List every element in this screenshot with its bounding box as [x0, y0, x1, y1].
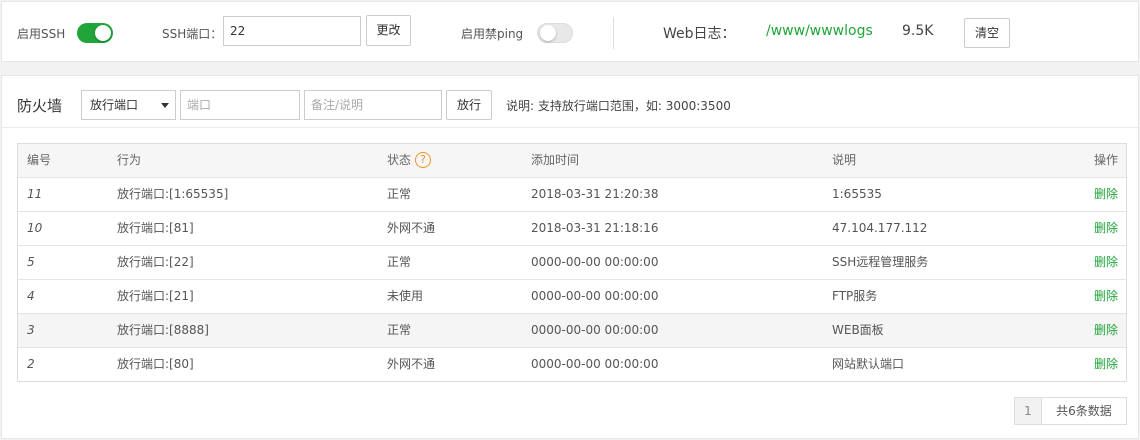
cell-time: 2018-03-31 21:20:38: [531, 187, 659, 201]
divider: [2, 127, 1138, 128]
rule-type-value: 放行端口: [90, 98, 139, 112]
cell-desc: 47.104.177.112: [832, 221, 928, 235]
table-row: 4 放行端口:[21] 未使用 0000-00-00 00:00:00 FTP服…: [18, 279, 1126, 313]
ssh-port-label: SSH端口：: [162, 27, 223, 41]
firewall-table: 编号 行为 状态? 添加时间 说明 操作 11 放行端口:[1:65535] 正…: [17, 143, 1127, 382]
chevron-down-icon: [161, 103, 169, 108]
cell-status: 外网不通: [387, 357, 436, 371]
cell-id: 4: [27, 289, 35, 303]
cell-desc: 1:65535: [832, 187, 882, 201]
col-status: 状态?: [387, 144, 432, 176]
toggle-knob: [95, 25, 111, 41]
cell-id: 11: [27, 187, 43, 201]
ssh-toggle[interactable]: [77, 23, 113, 43]
cell-action: 放行端口:[21]: [117, 289, 194, 303]
toggle-knob: [540, 25, 556, 41]
cell-time: 0000-00-00 00:00:00: [531, 357, 659, 371]
clear-log-button[interactable]: 清空: [964, 18, 1010, 48]
cell-action: 放行端口:[81]: [117, 221, 194, 235]
ssh-port-input[interactable]: 22: [223, 16, 361, 46]
delete-link[interactable]: 删除: [1094, 212, 1118, 245]
col-id: 编号: [27, 153, 52, 167]
firewall-title: 防火墙: [17, 97, 63, 115]
cell-desc: SSH远程管理服务: [832, 255, 929, 269]
delete-link[interactable]: 删除: [1094, 314, 1118, 347]
cell-id: 5: [27, 255, 35, 269]
col-op: 操作: [1093, 153, 1118, 167]
delete-link[interactable]: 删除: [1094, 246, 1118, 279]
cell-id: 2: [27, 357, 35, 371]
cell-time: 2018-03-31 21:18:16: [531, 221, 659, 235]
table-row: 11 放行端口:[1:65535] 正常 2018-03-31 21:20:38…: [18, 177, 1126, 211]
cell-time: 0000-00-00 00:00:00: [531, 255, 659, 269]
change-port-button[interactable]: 更改: [366, 15, 411, 46]
ssh-enable-label: 启用SSH: [17, 27, 66, 41]
table-row: 5 放行端口:[22] 正常 0000-00-00 00:00:00 SSH远程…: [18, 245, 1126, 279]
table-header: 编号 行为 状态? 添加时间 说明 操作: [18, 144, 1126, 177]
ping-toggle[interactable]: [537, 23, 573, 43]
cell-action: 放行端口:[22]: [117, 255, 194, 269]
delete-link[interactable]: 删除: [1094, 178, 1118, 211]
weblog-path[interactable]: /www/wwwlogs: [766, 23, 873, 39]
delete-link[interactable]: 删除: [1094, 280, 1118, 313]
cell-desc: WEB面板: [832, 323, 884, 337]
note-input[interactable]: 备注/说明: [304, 90, 442, 120]
cell-id: 10: [27, 221, 43, 235]
cell-status: 外网不通: [387, 221, 436, 235]
table-row: 2 放行端口:[80] 外网不通 0000-00-00 00:00:00 网站默…: [18, 347, 1126, 381]
ping-label: 启用禁ping: [461, 27, 524, 41]
col-status-label: 状态: [387, 153, 412, 167]
cell-time: 0000-00-00 00:00:00: [531, 289, 659, 303]
cell-status: 正常: [387, 323, 412, 337]
page-number-button[interactable]: 1: [1014, 397, 1042, 425]
col-action: 行为: [117, 153, 142, 167]
cell-desc: FTP服务: [832, 289, 878, 303]
total-count: 共6条数据: [1041, 397, 1127, 425]
delete-link[interactable]: 删除: [1094, 348, 1118, 381]
cell-status: 正常: [387, 255, 412, 269]
port-input[interactable]: 端口: [180, 90, 300, 120]
col-time: 添加时间: [531, 153, 580, 167]
cell-action: 放行端口:[8888]: [117, 323, 209, 337]
weblog-label: Web日志：: [663, 26, 736, 42]
col-desc: 说明: [832, 153, 857, 167]
firewall-hint: 说明: 支持放行端口范围，如: 3000:3500: [506, 99, 731, 113]
settings-bar: 启用SSH SSH端口： 22 更改 启用禁ping Web日志： /www/w…: [1, 1, 1139, 62]
cell-status: 正常: [387, 187, 412, 201]
cell-id: 3: [27, 323, 35, 337]
table-row: 3 放行端口:[8888] 正常 0000-00-00 00:00:00 WEB…: [18, 313, 1126, 347]
divider: [613, 17, 614, 49]
table-row: 10 放行端口:[81] 外网不通 2018-03-31 21:18:16 47…: [18, 211, 1126, 245]
cell-time: 0000-00-00 00:00:00: [531, 323, 659, 337]
cell-status: 未使用: [387, 289, 424, 303]
firewall-panel: 防火墙 放行端口 端口 备注/说明 放行 说明: 支持放行端口范围，如: 300…: [1, 75, 1139, 439]
cell-action: 放行端口:[1:65535]: [117, 187, 229, 201]
question-circle-icon[interactable]: ?: [415, 151, 432, 168]
cell-desc: 网站默认端口: [832, 357, 905, 371]
rule-type-select[interactable]: 放行端口: [81, 90, 176, 120]
cell-action: 放行端口:[80]: [117, 357, 194, 371]
allow-button[interactable]: 放行: [446, 90, 492, 120]
weblog-size: 9.5K: [902, 23, 934, 39]
